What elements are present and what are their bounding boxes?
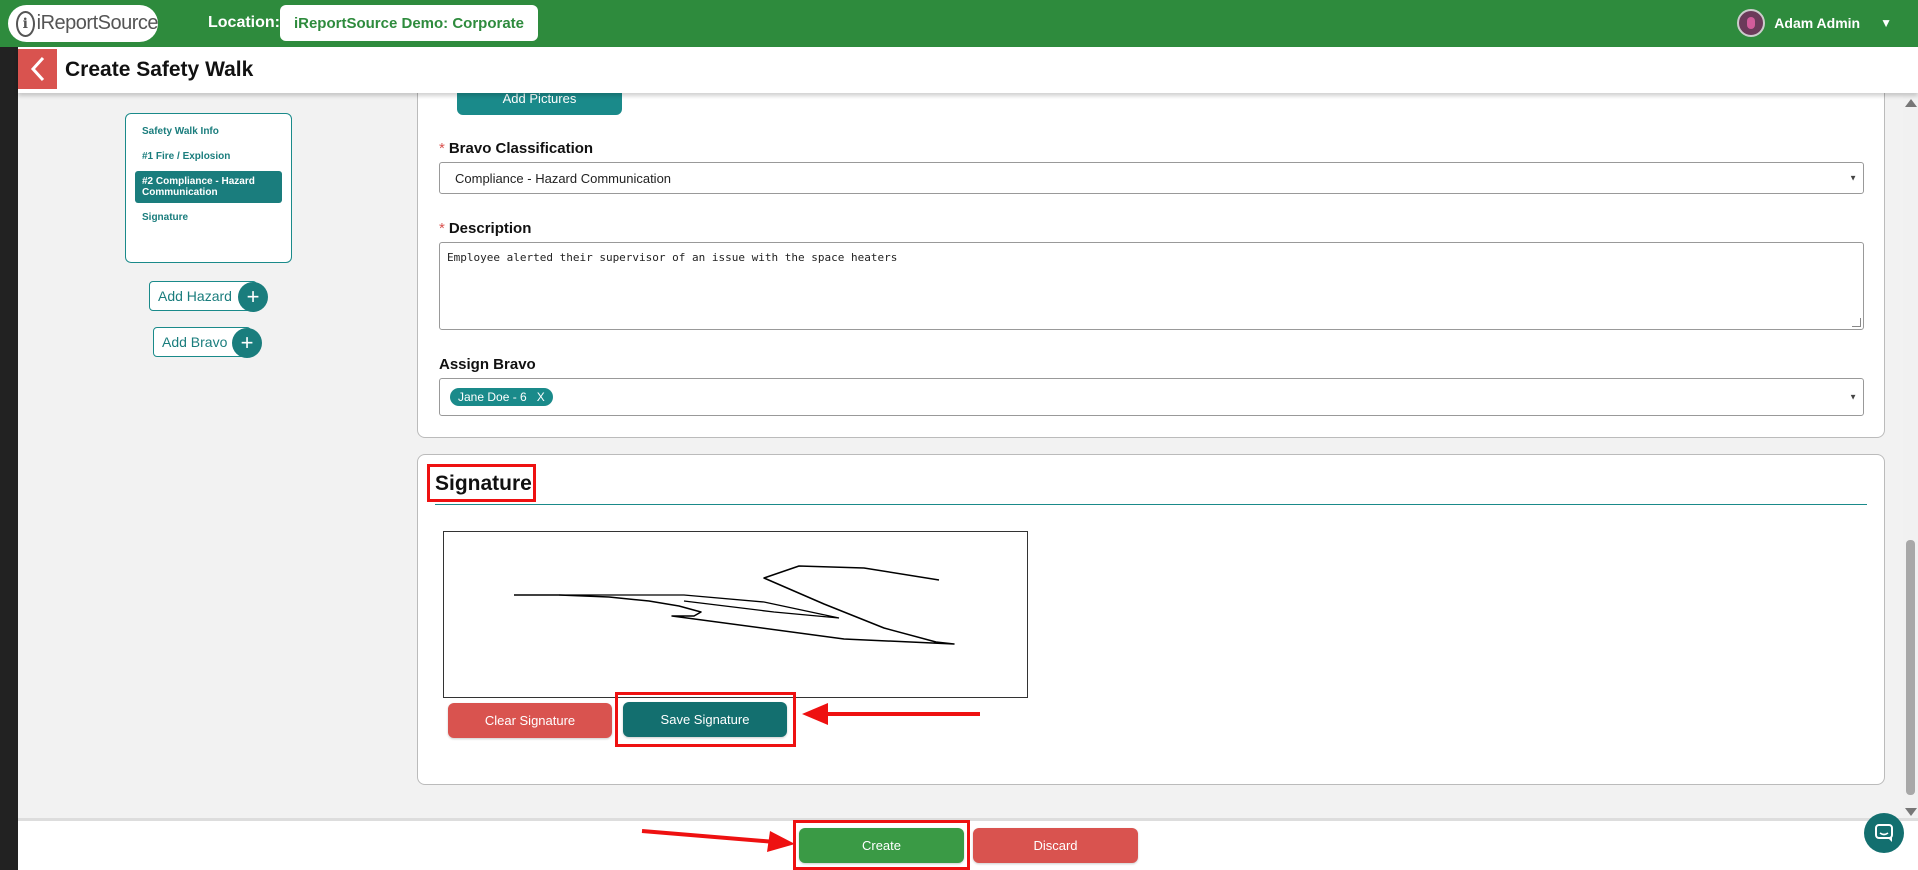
signature-stroke bbox=[514, 565, 955, 645]
bravo-classification-label-text: Bravo Classification bbox=[448, 140, 594, 157]
user-name: Adam Admin bbox=[1774, 15, 1861, 31]
assign-bravo-select[interactable]: Jane Doe - 6 X ▼ bbox=[439, 378, 1864, 416]
description-label-text: Description bbox=[448, 220, 532, 237]
add-hazard-label: Add Hazard bbox=[158, 288, 232, 304]
page-title-bar: Create Safety Walk bbox=[18, 47, 1918, 93]
required-mark: * bbox=[439, 140, 445, 157]
assignee-tag-label: Jane Doe - 6 bbox=[458, 390, 527, 404]
bravo-classification-select[interactable]: Compliance - Hazard Communication ▼ bbox=[439, 162, 1864, 194]
annotation-highlight-signature-heading bbox=[427, 464, 536, 502]
description-label: * Description bbox=[439, 220, 531, 237]
logo-mark-icon: i bbox=[16, 10, 35, 37]
plus-icon[interactable]: + bbox=[232, 328, 262, 358]
top-header: i iReportSource Location: iReportSource … bbox=[0, 0, 1918, 47]
signature-divider bbox=[435, 504, 1867, 505]
bravo-classification-value: Compliance - Hazard Communication bbox=[455, 170, 672, 186]
scroll-down-icon[interactable] bbox=[1905, 808, 1917, 816]
chevron-down-icon[interactable]: ▼ bbox=[1880, 16, 1892, 30]
annotation-highlight-save-signature bbox=[615, 692, 796, 747]
nav-item-fire-explosion[interactable]: #1 Fire / Explosion bbox=[135, 146, 282, 167]
location-selector[interactable]: iReportSource Demo: Corporate bbox=[280, 5, 538, 41]
description-value: Employee alerted their supervisor of an … bbox=[447, 251, 898, 264]
nav-item-safety-walk-info[interactable]: Safety Walk Info bbox=[135, 121, 282, 142]
add-bravo-label: Add Bravo bbox=[162, 334, 228, 350]
dropdown-arrow-icon: ▼ bbox=[1849, 392, 1857, 402]
location-label: Location: bbox=[208, 14, 280, 31]
assignee-tag: Jane Doe - 6 X bbox=[450, 388, 553, 406]
annotation-arrow-create-icon bbox=[641, 829, 795, 852]
chevron-left-icon bbox=[30, 56, 44, 82]
user-menu[interactable]: Adam Admin ▼ bbox=[1737, 9, 1892, 37]
add-hazard-button[interactable]: Add Hazard + bbox=[149, 281, 268, 312]
avatar bbox=[1737, 9, 1766, 37]
nav-item-compliance-hazard[interactable]: #2 Compliance - Hazard Communication bbox=[135, 171, 282, 203]
annotation-arrow-save-icon bbox=[802, 703, 980, 725]
remove-tag-icon[interactable]: X bbox=[537, 390, 545, 404]
nav-item-signature[interactable]: Signature bbox=[135, 207, 282, 228]
bravo-classification-label: * Bravo Classification bbox=[439, 140, 593, 157]
plus-icon[interactable]: + bbox=[238, 282, 268, 312]
logo-text: iReportSource bbox=[36, 12, 159, 34]
discard-button[interactable]: Discard bbox=[973, 828, 1138, 863]
description-textarea[interactable]: Employee alerted their supervisor of an … bbox=[439, 242, 1864, 330]
add-bravo-button[interactable]: Add Bravo + bbox=[153, 327, 262, 358]
scrollbar-thumb[interactable] bbox=[1906, 540, 1915, 795]
scroll-up-icon[interactable] bbox=[1905, 99, 1917, 107]
chat-launcher-button[interactable] bbox=[1864, 813, 1904, 853]
page-title: Create Safety Walk bbox=[65, 58, 254, 81]
signature-pad[interactable] bbox=[443, 531, 1028, 698]
left-edge-strip bbox=[0, 47, 18, 870]
dropdown-arrow-icon: ▼ bbox=[1849, 173, 1857, 183]
section-nav: Safety Walk Info #1 Fire / Explosion #2 … bbox=[125, 113, 292, 263]
chat-icon bbox=[1875, 824, 1893, 842]
annotation-highlight-create bbox=[793, 820, 970, 870]
back-button[interactable] bbox=[18, 49, 57, 89]
required-mark: * bbox=[439, 220, 445, 237]
clear-signature-button[interactable]: Clear Signature bbox=[448, 703, 612, 738]
resize-handle-icon[interactable] bbox=[1852, 318, 1861, 327]
app-logo[interactable]: i iReportSource bbox=[8, 5, 159, 42]
assign-bravo-label: Assign Bravo bbox=[439, 356, 536, 373]
